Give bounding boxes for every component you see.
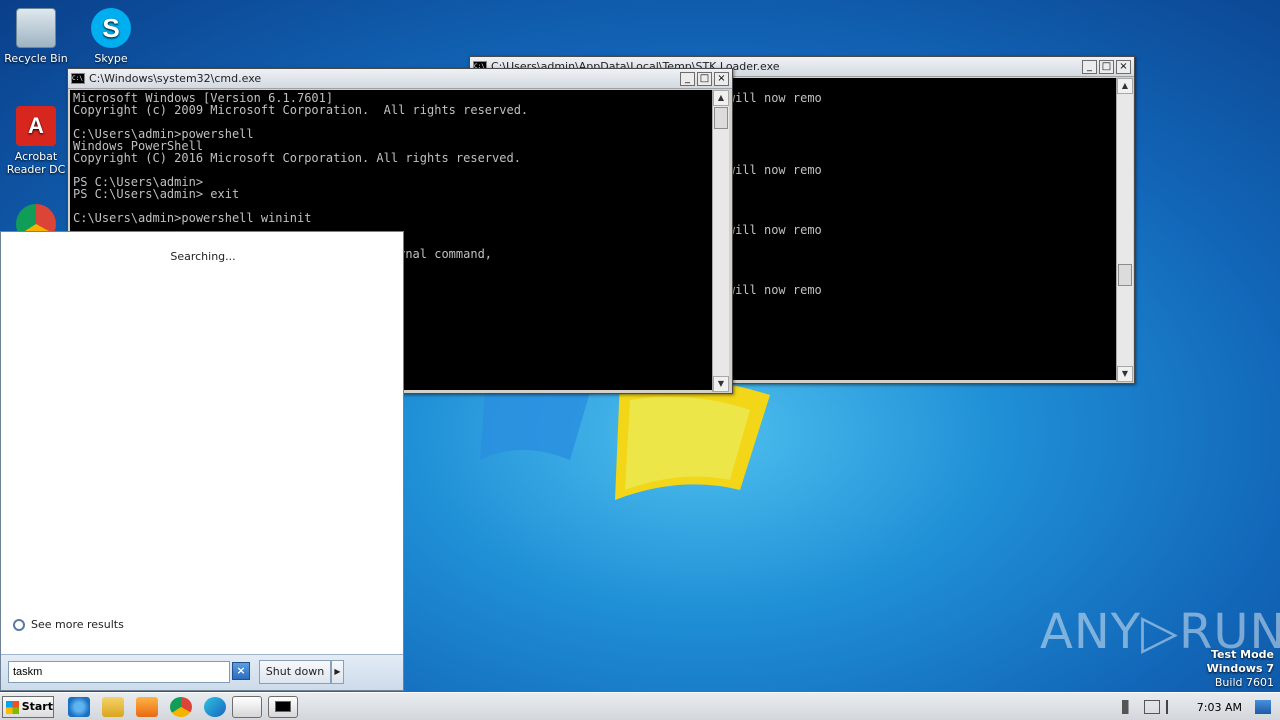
scrollbar-thumb[interactable]: [714, 107, 728, 129]
windows-flag-icon: [6, 700, 19, 714]
see-more-label: See more results: [31, 618, 124, 631]
start-menu: Searching... See more results × Shut dow…: [0, 231, 404, 691]
start-button[interactable]: Start: [2, 696, 54, 718]
minimize-button[interactable]: _: [1082, 59, 1097, 74]
scroll-up-arrow[interactable]: ▲: [713, 90, 729, 106]
console-line: Copyright (c) 2009 Microsoft Corporation…: [73, 103, 529, 117]
recycle-bin-icon: [16, 8, 56, 48]
build-line: Build 7601: [1214, 676, 1274, 689]
chrome-icon[interactable]: [170, 697, 192, 717]
start-search-input[interactable]: [8, 661, 230, 683]
search-icon: [13, 618, 25, 631]
cmd-titlebar[interactable]: C:\ C:\Windows\system32\cmd.exe _ □ ×: [68, 69, 732, 89]
system-tray: 7:03 AM: [1119, 695, 1280, 719]
desktop-icon-recycle-bin[interactable]: Recycle Bin: [0, 8, 72, 65]
close-button[interactable]: ×: [1116, 59, 1131, 74]
window-title: C:\Windows\system32\cmd.exe: [89, 72, 262, 85]
console-icon: C:\: [71, 73, 85, 84]
start-label: Start: [21, 700, 53, 713]
scrollbar-thumb[interactable]: [1118, 264, 1132, 286]
network-icon[interactable]: [1143, 700, 1160, 714]
desktop-icon-label: Skype: [94, 52, 128, 65]
start-menu-bottom-bar: × Shut down ▶: [1, 654, 403, 690]
vertical-scrollbar[interactable]: ▲ ▼: [1116, 78, 1133, 382]
scroll-down-arrow[interactable]: ▼: [1117, 366, 1133, 382]
windows-logo-wallpaper: [480, 380, 770, 500]
see-more-results-link[interactable]: See more results: [13, 618, 124, 631]
desktop-icon-label: Acrobat Reader DC: [6, 150, 66, 176]
test-mode-line: Test Mode: [1211, 648, 1274, 661]
clear-search-button[interactable]: ×: [232, 662, 250, 680]
cmd-icon[interactable]: [268, 696, 298, 718]
search-status: Searching...: [170, 250, 236, 263]
console-line: Copyright (C) 2016 Microsoft Corporation…: [73, 151, 521, 165]
speaker-icon[interactable]: [1121, 700, 1138, 714]
shut-down-button[interactable]: Shut down: [259, 660, 331, 684]
vertical-scrollbar[interactable]: ▲ ▼: [712, 90, 729, 392]
maximize-button[interactable]: □: [697, 71, 712, 86]
ie-icon[interactable]: [68, 697, 90, 717]
console-line: C:\Users\admin>powershell wininit: [73, 211, 312, 225]
console-line: PS C:\Users\admin> exit: [73, 187, 240, 201]
desktop-icon-skype[interactable]: S Skype: [75, 8, 147, 65]
media-player-icon[interactable]: [136, 697, 158, 717]
shut-down-options-arrow[interactable]: ▶: [331, 660, 344, 684]
desktop-icon-acrobat[interactable]: A Acrobat Reader DC: [0, 106, 72, 176]
taskbar: Start 7:03 AM: [0, 692, 1280, 720]
clock[interactable]: 7:03 AM: [1197, 701, 1242, 714]
close-button[interactable]: ×: [714, 71, 729, 86]
test-mode-notice: Test Mode Windows 7 Build 7601: [1207, 648, 1274, 690]
action-center-flag-icon[interactable]: [1165, 700, 1182, 714]
scroll-down-arrow[interactable]: ▼: [713, 376, 729, 392]
edge-icon[interactable]: [204, 697, 226, 717]
os-name-line: Windows 7: [1206, 662, 1274, 675]
app-icon[interactable]: [232, 696, 262, 718]
maximize-button[interactable]: □: [1099, 59, 1114, 74]
scroll-up-arrow[interactable]: ▲: [1117, 78, 1133, 94]
skype-icon: S: [91, 8, 131, 48]
show-desktop-icon[interactable]: [1255, 700, 1271, 714]
explorer-icon[interactable]: [102, 697, 124, 717]
desktop-icon-label: Recycle Bin: [4, 52, 68, 65]
minimize-button[interactable]: _: [680, 71, 695, 86]
acrobat-icon: A: [16, 106, 56, 146]
